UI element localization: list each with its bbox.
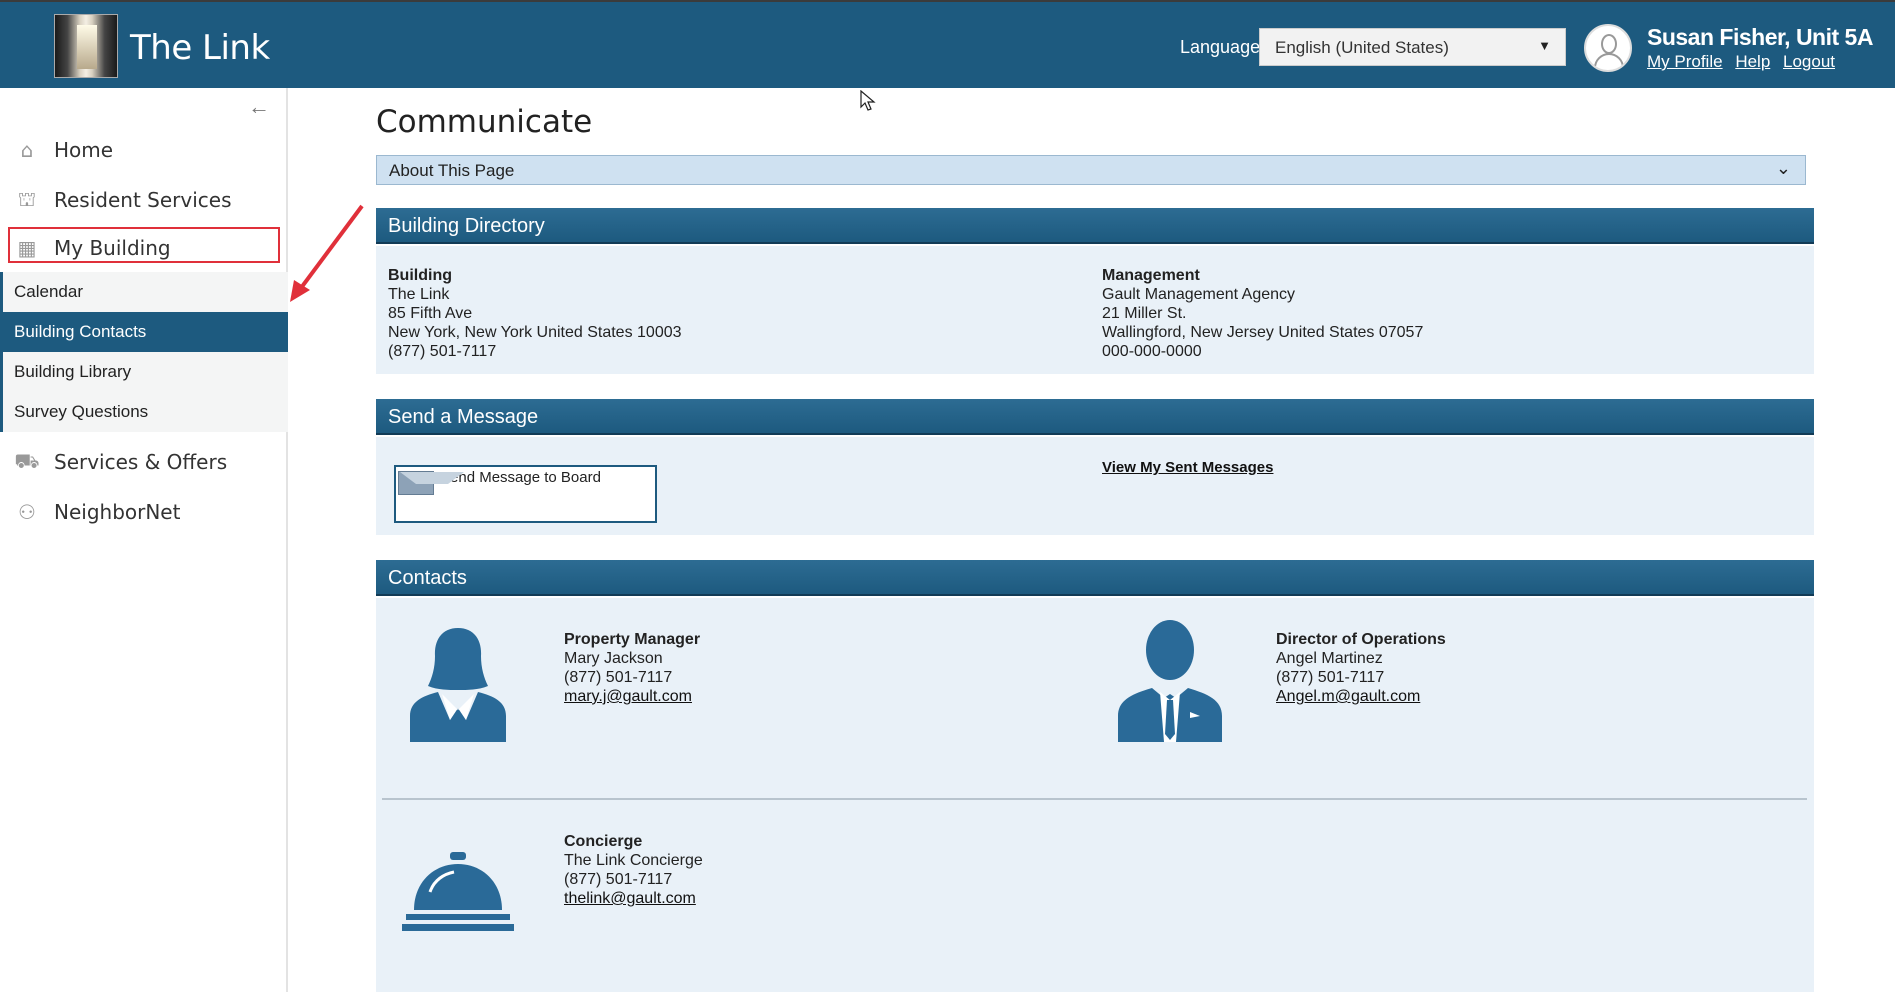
people-icon: ⚇ xyxy=(18,500,36,524)
logout-link[interactable]: Logout xyxy=(1783,52,1835,71)
sidebar-item-home[interactable]: ⌂ Home xyxy=(0,126,288,174)
sidebar-item-label: Services & Offers xyxy=(54,450,228,474)
service-bell-icon: ⛫ xyxy=(17,186,37,211)
about-label: About This Page xyxy=(389,161,515,180)
management-heading: Management xyxy=(1102,267,1200,284)
panel-title: Building Directory xyxy=(388,215,545,237)
management-phone: 000-000-0000 xyxy=(1102,343,1202,360)
contact-phone: (877) 501-7117 xyxy=(564,669,673,686)
view-sent-messages-link[interactable]: View My Sent Messages xyxy=(1102,459,1273,476)
contact-role: Director of Operations xyxy=(1276,631,1446,648)
button-label: Send Message to Board xyxy=(440,469,601,486)
contact-name: Mary Jackson xyxy=(564,650,663,667)
building-name: The Link xyxy=(388,286,450,303)
contact-name: Angel Martinez xyxy=(1276,650,1383,667)
envelope-icon xyxy=(398,471,464,495)
contact-email-link[interactable]: thelink@gault.com xyxy=(564,889,703,908)
building-street: 85 Fifth Ave xyxy=(388,305,473,322)
mouse-cursor-icon xyxy=(860,90,876,111)
send-message-header: Send a Message xyxy=(376,399,1814,435)
language-label: Language: xyxy=(1180,37,1266,57)
sidebar-item-label: Home xyxy=(54,138,114,162)
sidebar-item-services-offers[interactable]: ⛟ Services & Offers xyxy=(0,438,288,486)
contact-phone: (877) 501-7117 xyxy=(564,871,673,888)
contacts-divider xyxy=(382,798,1807,800)
panel-title: Send a Message xyxy=(388,406,539,428)
submenu-item-survey-questions[interactable]: Survey Questions xyxy=(3,392,288,432)
home-icon: ⌂ xyxy=(20,138,34,162)
contact-email-link[interactable]: mary.j@gault.com xyxy=(564,687,700,706)
my-building-submenu: Calendar Building Contacts Building Libr… xyxy=(0,272,288,432)
panel-title: Contacts xyxy=(388,567,467,589)
submenu-item-calendar[interactable]: Calendar xyxy=(3,272,288,312)
page-title: Communicate xyxy=(376,104,593,140)
my-profile-link[interactable]: My Profile xyxy=(1647,52,1723,71)
about-this-page-accordion[interactable]: About This Page ⌄ xyxy=(376,155,1806,185)
submenu-item-building-contacts[interactable]: Building Contacts xyxy=(3,312,288,352)
building-phone: (877) 501-7117 xyxy=(388,343,497,360)
user-avatar-icon[interactable] xyxy=(1584,24,1632,72)
building-directory-header: Building Directory xyxy=(376,208,1814,244)
language-select[interactable]: English (United States) ▼ xyxy=(1259,28,1566,66)
help-link[interactable]: Help xyxy=(1735,52,1770,71)
contact-name: The Link Concierge xyxy=(564,852,703,869)
submenu-item-building-library[interactable]: Building Library xyxy=(3,352,288,392)
contact-card: Property Manager Mary Jackson (877) 501-… xyxy=(564,630,700,706)
contact-card: Director of Operations Angel Martinez (8… xyxy=(1276,630,1446,706)
sidebar-item-label: NeighborNet xyxy=(54,500,181,524)
send-message-to-board-button[interactable]: Send Message to Board xyxy=(394,465,657,523)
building-directory-panel: Building The Link 85 Fifth Ave New York,… xyxy=(376,246,1814,374)
male-person-icon xyxy=(1118,620,1222,742)
user-links: My Profile Help Logout xyxy=(1647,52,1843,72)
management-name: Gault Management Agency xyxy=(1102,286,1296,303)
building-heading: Building xyxy=(388,267,452,284)
basket-icon: ⛟ xyxy=(14,448,40,473)
management-city: Wallingford, New Jersey United States 07… xyxy=(1102,324,1424,341)
contacts-panel: Property Manager Mary Jackson (877) 501-… xyxy=(376,598,1814,992)
contact-role: Concierge xyxy=(564,833,643,850)
female-person-icon xyxy=(410,628,506,742)
annotation-arrow-icon xyxy=(290,204,364,302)
contact-email-link[interactable]: Angel.m@gault.com xyxy=(1276,687,1446,706)
sidebar-item-resident-services[interactable]: ⛫ Resident Services xyxy=(0,176,288,224)
annotation-highlight-box xyxy=(8,227,280,263)
chevron-down-icon: ⌄ xyxy=(1775,158,1791,178)
sidebar-item-label: Resident Services xyxy=(54,188,232,212)
dropdown-arrow-icon: ▼ xyxy=(1538,38,1551,53)
concierge-bell-icon xyxy=(402,852,514,931)
collapse-sidebar-icon[interactable]: ← xyxy=(248,94,270,120)
sidebar: ← ⌂ Home ⛫ Resident Services ▦ My Buildi… xyxy=(0,88,288,992)
contact-phone: (877) 501-7117 xyxy=(1276,669,1385,686)
contact-card: Concierge The Link Concierge (877) 501-7… xyxy=(564,832,703,908)
building-city: New York, New York United States 10003 xyxy=(388,324,682,341)
app-title[interactable]: The Link xyxy=(130,28,270,68)
management-street: 21 Miller St. xyxy=(1102,305,1187,322)
building-logo-image[interactable] xyxy=(54,14,118,78)
sidebar-item-neighbornet[interactable]: ⚇ NeighborNet xyxy=(0,488,288,536)
building-info: Building The Link 85 Fifth Ave New York,… xyxy=(388,266,682,361)
send-message-panel: Send Message to Board View My Sent Messa… xyxy=(376,437,1814,535)
contact-role: Property Manager xyxy=(564,631,701,648)
management-info: Management Gault Management Agency 21 Mi… xyxy=(1102,266,1423,361)
top-bar: The Link Language: English (United State… xyxy=(0,0,1895,88)
language-select-value: English (United States) xyxy=(1275,38,1449,57)
user-name: Susan Fisher, Unit 5A xyxy=(1647,24,1873,50)
contacts-header: Contacts xyxy=(376,560,1814,596)
